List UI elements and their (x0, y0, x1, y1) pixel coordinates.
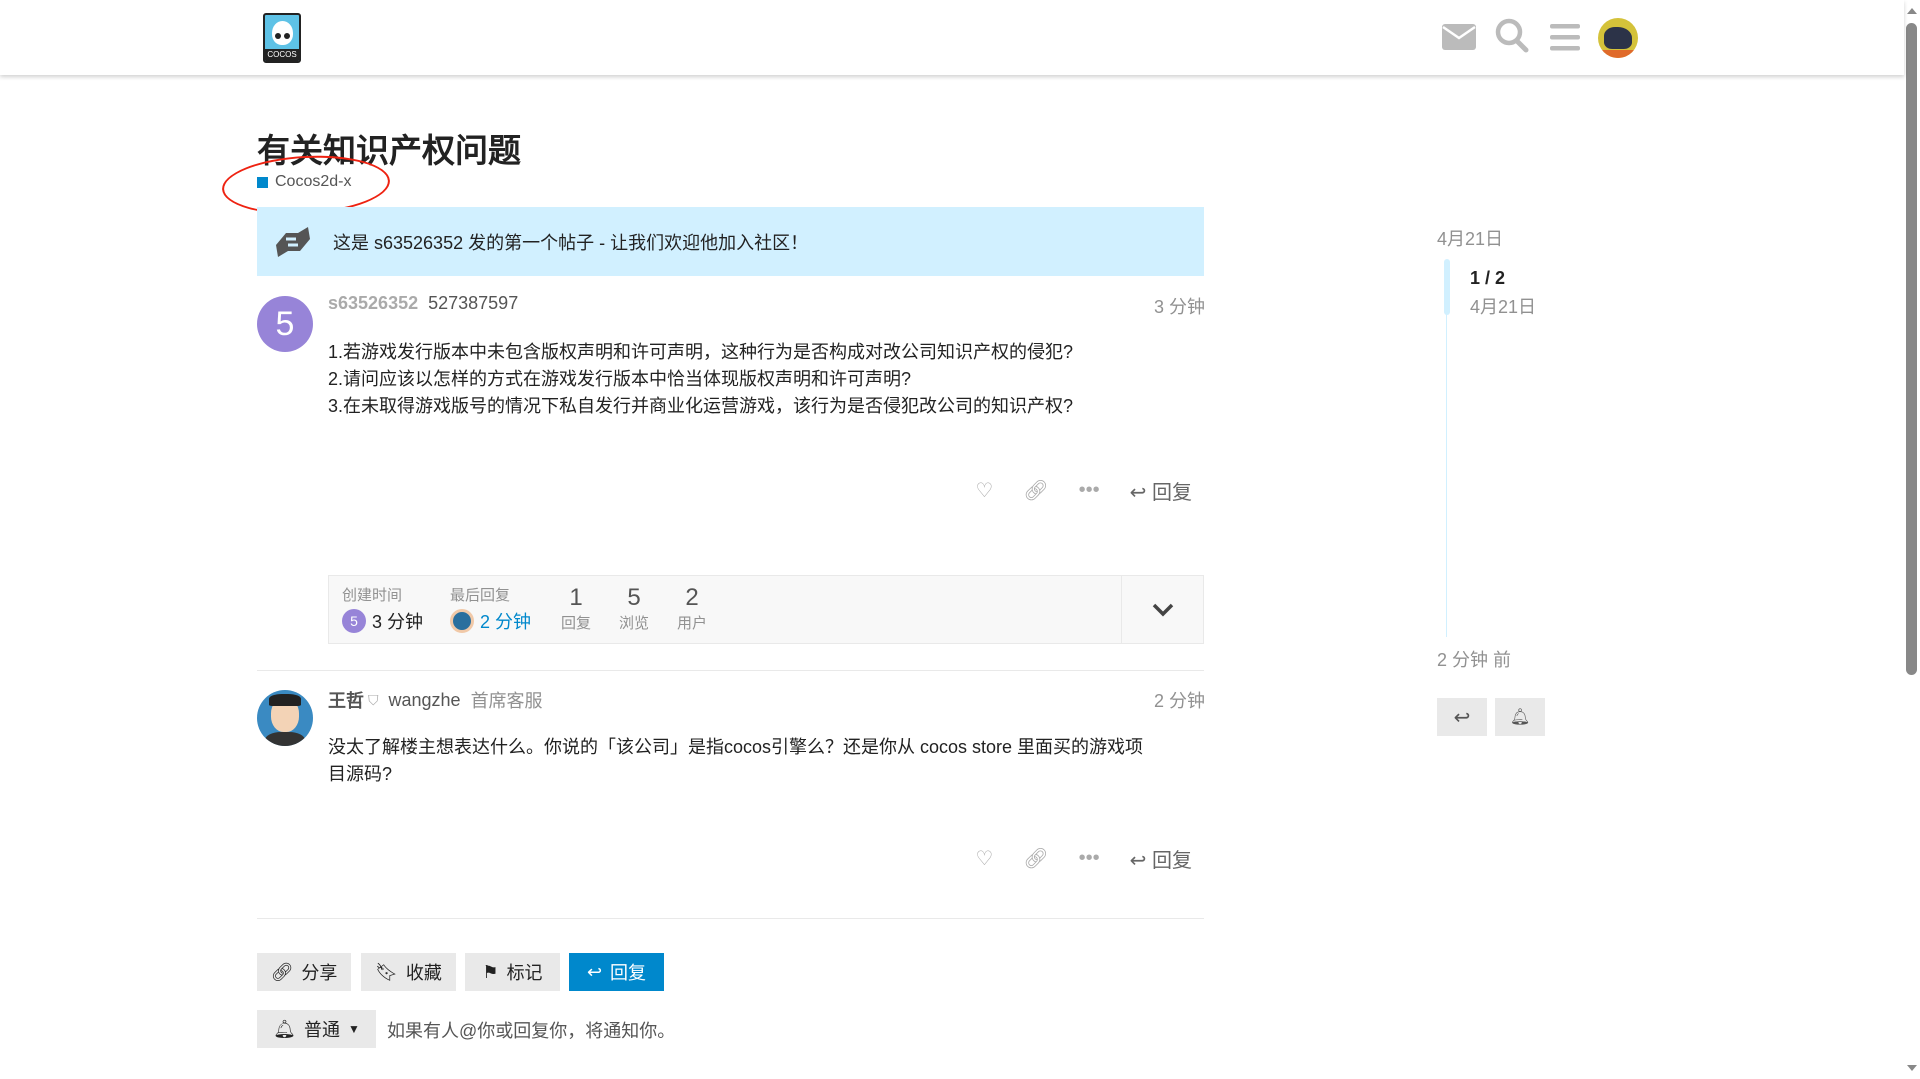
link-icon[interactable]: 🔗︎ (1023, 846, 1048, 871)
post-line: 没太了解楼主想表达什么。你说的「该公司」是指cocos引擎么？还是你从 coco… (328, 737, 1144, 757)
search-icon[interactable] (1495, 18, 1529, 54)
timeline-handle[interactable] (1444, 259, 1450, 315)
last-replier-avatar (450, 609, 474, 633)
timeline-reply-button[interactable]: ↩ (1437, 698, 1487, 736)
post-fullname[interactable]: wangzhe (389, 690, 461, 711)
first-post-banner: 这是 s63526352 发的第一个帖子 - 让我们欢迎他加入社区！ (257, 207, 1204, 276)
notification-description: 如果有人@你或回复你，将通知你。 (387, 1021, 676, 1041)
bell-icon: 🔔︎ (1509, 709, 1531, 726)
reply-icon: ↩ (1129, 850, 1147, 872)
post-date[interactable]: 3 分钟 (1154, 293, 1205, 319)
site-header: COCOS (0, 0, 1904, 75)
bookmark-button[interactable]: 🔖︎ 收藏 (361, 953, 456, 991)
caret-down-icon: ▼ (347, 1022, 360, 1036)
stat-value: 1 (569, 584, 583, 611)
shield-icon: ⛉ (368, 691, 379, 708)
link-icon: 🔗︎ (270, 961, 294, 982)
post-username[interactable]: 王哲 (328, 687, 364, 713)
stat-users: 2 用户 (670, 584, 714, 633)
post-body: 没太了解楼主想表达什么。你说的「该公司」是指cocos引擎么？还是你从 coco… (328, 734, 1143, 788)
created-time: 3 分钟 (372, 612, 424, 632)
stat-value: 2 (685, 584, 699, 611)
stat-replies: 1 回复 (554, 584, 598, 633)
handshake-icon (276, 227, 310, 257)
reply-topic-label: 回复 (610, 963, 647, 983)
notification-level-dropdown[interactable]: 🔔︎ 普通 ▼ (257, 1010, 376, 1048)
post-username[interactable]: s63526352 (328, 293, 418, 314)
envelope-icon[interactable] (1442, 24, 1476, 50)
post-fullname[interactable]: 527387597 (428, 293, 518, 314)
reply-topic-button[interactable]: ↩ 回复 (569, 953, 664, 991)
cocos-logo[interactable]: COCOS (263, 13, 301, 63)
flag-label: 标记 (506, 963, 543, 983)
post-actions: ♡ 🔗︎ ••• ↩ 回复 (975, 476, 1192, 505)
share-button[interactable]: 🔗︎ 分享 (257, 953, 351, 991)
timeline-position: 1 / 2 (1470, 268, 1506, 288)
banner-text: 这是 s63526352 发的第一个帖子 - 让我们欢迎他加入社区！ (333, 232, 809, 253)
last-reply-info[interactable]: 2 分钟 (450, 608, 531, 634)
stat-label: 回复 (560, 615, 591, 632)
stat-label: 用户 (676, 615, 707, 632)
post-actions: ♡ 🔗︎ ••• ↩ 回复 (975, 844, 1192, 873)
like-icon[interactable]: ♡ (975, 478, 993, 503)
more-icon[interactable]: ••• (1079, 847, 1100, 870)
timeline-start-date[interactable]: 4月21日 (1437, 225, 1503, 251)
reply-icon: ↩ (1129, 482, 1147, 504)
reply-icon: ↩ (586, 961, 603, 982)
notification-level: 普通 (303, 1020, 340, 1040)
user-title: 首席客服 (470, 691, 543, 711)
bookmark-label: 收藏 (405, 963, 442, 983)
post-date[interactable]: 2 分钟 (1154, 687, 1205, 713)
like-icon[interactable]: ♡ (975, 846, 993, 871)
stat-label: 浏览 (618, 615, 649, 632)
timeline-position-date: 4月21日 (1470, 297, 1537, 317)
created-label: 创建时间 (342, 587, 403, 604)
created-info[interactable]: 5 3 分钟 (342, 608, 423, 634)
link-icon[interactable]: 🔗︎ (1023, 478, 1048, 503)
stat-value: 5 (627, 584, 641, 611)
reply-label: 回复 (1152, 850, 1192, 872)
scroll-up-arrow[interactable] (1907, 8, 1917, 14)
timeline-notification-button[interactable]: 🔔︎ (1495, 698, 1545, 736)
reply-button[interactable]: ↩ 回复 (1130, 476, 1192, 505)
share-label: 分享 (301, 963, 338, 983)
hamburger-icon[interactable] (1550, 24, 1580, 51)
bell-icon: 🔔︎ (273, 1018, 296, 1039)
scrollbar-thumb[interactable] (1906, 23, 1917, 675)
more-icon[interactable]: ••• (1079, 479, 1100, 502)
scroll-down-arrow[interactable] (1907, 1065, 1917, 1071)
logo-text: COCOS (265, 49, 299, 61)
stat-views: 5 浏览 (612, 584, 656, 633)
post-divider (257, 918, 1204, 919)
post-meta: 王哲 ⛉ wangzhe 首席客服 (328, 687, 543, 713)
timeline-track[interactable] (1446, 262, 1447, 637)
post-line: 2.请问应该以怎样的方式在游戏发行版本中恰当体现版权声明和许可声明? (328, 369, 912, 389)
post-meta: s63526352 527387597 (328, 293, 518, 314)
reply-icon: ↩ (1453, 706, 1471, 729)
bookmark-icon: 🔖︎ (375, 961, 398, 982)
reply-label: 回复 (1152, 482, 1192, 504)
post-line: 3.在未取得游戏版号的情况下私自发行并商业化运营游戏，该行为是否侵犯改公司的知识… (328, 396, 1074, 416)
post-divider (257, 670, 1204, 671)
topic-map: 创建时间 5 3 分钟 最后回复 2 分钟 1 回复 5 浏览 2 用户 (328, 575, 1204, 644)
creator-avatar: 5 (342, 609, 366, 633)
last-reply-label: 最后回复 (450, 587, 511, 604)
user-avatar[interactable] (1598, 18, 1638, 58)
timeline-end[interactable]: 2 分钟 前 (1437, 646, 1511, 672)
flag-button[interactable]: ⚑ 标记 (465, 953, 560, 991)
expand-map-button[interactable] (1121, 576, 1203, 643)
post-body: 1.若游戏发行版本中未包含版权声明和许可声明，这种行为是否构成对改公司知识产权的… (328, 339, 1073, 420)
reply-button[interactable]: ↩ 回复 (1130, 844, 1192, 873)
flag-icon: ⚑ (482, 961, 499, 982)
post-line: 1.若游戏发行版本中未包含版权声明和许可声明，这种行为是否构成对改公司知识产权的… (328, 342, 1074, 362)
chevron-down-icon (1152, 603, 1173, 616)
post-avatar[interactable]: 5 (257, 296, 313, 352)
post-avatar[interactable] (257, 690, 313, 746)
last-reply-time: 2 分钟 (480, 612, 532, 632)
post-line: 目源码? (328, 764, 393, 784)
scrollbar[interactable] (1904, 0, 1920, 1079)
